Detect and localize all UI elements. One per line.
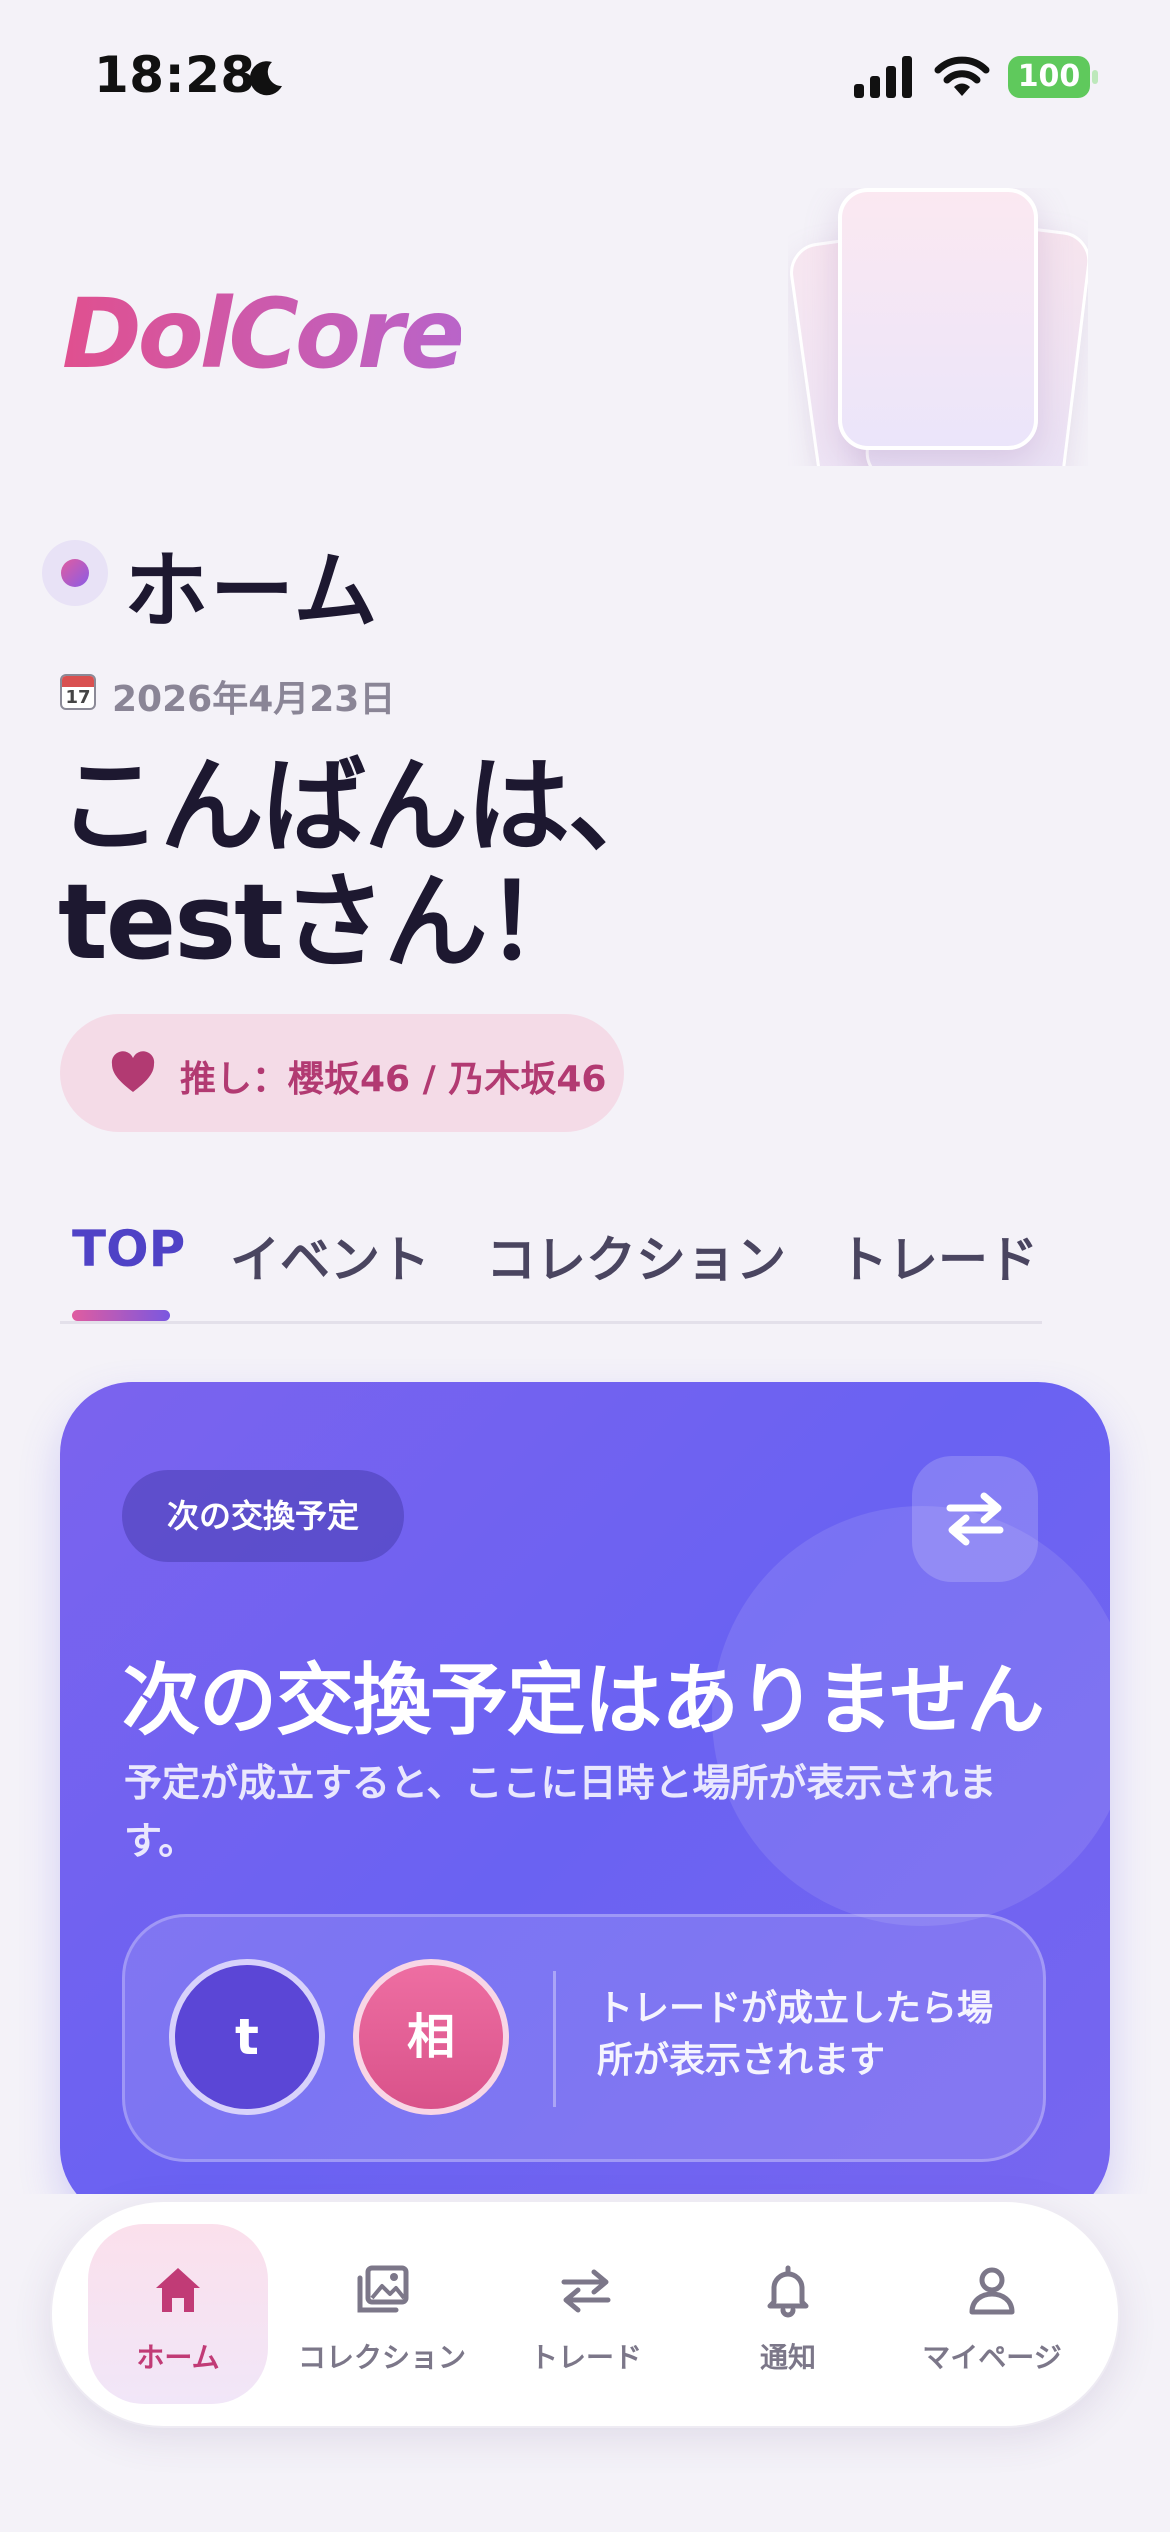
- active-tab-indicator: [72, 1310, 170, 1321]
- swap-button[interactable]: [912, 1456, 1038, 1582]
- heart-icon: [111, 1051, 155, 1092]
- battery-indicator: 100: [1008, 56, 1090, 98]
- nav-item-mypage[interactable]: マイページ: [902, 2224, 1082, 2404]
- greeting-line-2: testさん！: [58, 861, 590, 983]
- next-exchange-description: 予定が成立すると、ここに日時と場所が表示されます。: [124, 1761, 997, 1863]
- title-dot-icon: [42, 540, 108, 606]
- next-exchange-headline: 次の交換予定はありません: [122, 1656, 1045, 1746]
- status-time: 18:28: [94, 46, 256, 104]
- tab-trade[interactable]: トレード: [838, 1220, 1038, 1292]
- swap-icon: [561, 2269, 611, 2313]
- swap-icon: [946, 1492, 1004, 1546]
- calendar-icon: 17: [60, 674, 96, 710]
- nav-label-trade: トレード: [529, 2341, 642, 2374]
- partner-location-text: トレードが成立したら場所が表示されます: [597, 1988, 994, 2081]
- nav-item-trade[interactable]: トレード: [496, 2224, 676, 2404]
- moon-icon: [249, 61, 282, 96]
- partner-divider: [553, 1971, 556, 2107]
- nav-item-home[interactable]: ホーム: [88, 2224, 268, 2404]
- user-icon: [969, 2267, 1015, 2315]
- oshi-text: 推し：櫻坂46 / 乃木坂46: [180, 1059, 607, 1100]
- page-title: ホーム: [124, 542, 380, 640]
- wifi-icon: [934, 56, 990, 96]
- nav-label-mypage: マイページ: [922, 2341, 1062, 2374]
- tab-bar: TOP イベント コレクション トレード: [60, 1210, 1042, 1324]
- cards-illustration: [788, 188, 1088, 466]
- next-exchange-card[interactable]: 次の交換予定 次の交換予定はありません 予定が成立すると、ここに日時と場所が表示…: [60, 1382, 1110, 2220]
- nav-item-collection[interactable]: コレクション: [292, 2224, 472, 2404]
- calendar-icon-number: 17: [65, 687, 91, 708]
- partner-avatar: 相: [353, 1959, 509, 2115]
- oshi-badge[interactable]: 推し：櫻坂46 / 乃木坂46: [60, 1014, 624, 1132]
- nav-label-home: ホーム: [136, 2341, 220, 2374]
- gallery-icon: [357, 2265, 409, 2313]
- tab-top[interactable]: TOP: [72, 1220, 185, 1278]
- brand-logo: DolCore: [62, 278, 465, 390]
- signal-icon: [854, 56, 912, 98]
- card-illustration-front: [838, 188, 1038, 450]
- tab-collection[interactable]: コレクション: [486, 1220, 786, 1292]
- greeting-line-1: こんばんは、: [58, 745, 672, 867]
- date-text: 2026年4月23日: [112, 679, 396, 720]
- bottom-nav: ホーム コレクション トレード 通知 マイページ: [50, 2200, 1120, 2428]
- battery-cap: [1092, 70, 1098, 84]
- home-screen: 18:28 100 DolCore ホーム 17 2026年4月23日 こんばん…: [0, 0, 1170, 2532]
- nav-item-notifications[interactable]: 通知: [698, 2224, 878, 2404]
- nav-label-notifications: 通知: [759, 2341, 816, 2374]
- partner-info-box: t 相 トレードが成立したら場所が表示されます: [122, 1914, 1046, 2162]
- user-avatar: t: [169, 1959, 325, 2115]
- nav-label-collection: コレクション: [297, 2341, 466, 2374]
- status-bar: 18:28 100: [0, 0, 1170, 140]
- home-icon: [156, 2268, 200, 2312]
- greeting: こんばんは、 testさん！: [58, 748, 818, 980]
- next-exchange-badge: 次の交換予定: [122, 1470, 404, 1562]
- tab-events[interactable]: イベント: [230, 1220, 430, 1292]
- bell-icon: [767, 2265, 809, 2318]
